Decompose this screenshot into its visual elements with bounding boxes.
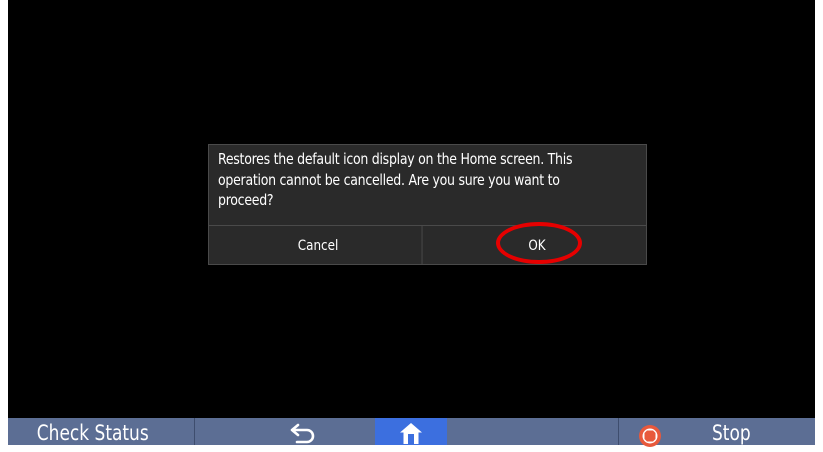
home-icon: [400, 423, 422, 444]
dialog-message: Restores the default icon display on the…: [218, 150, 573, 209]
confirmation-dialog: Restores the default icon display on the…: [208, 144, 647, 265]
home-button[interactable]: [375, 418, 447, 445]
ok-button[interactable]: OK: [433, 226, 640, 265]
stop-button-icon[interactable]: [638, 424, 662, 448]
stop-button[interactable]: Stop: [712, 418, 751, 449]
cancel-button[interactable]: Cancel: [214, 226, 423, 265]
back-arrow-icon: [290, 423, 315, 444]
device-screen: Restores the default icon display on the…: [8, 0, 815, 418]
check-status-button[interactable]: Check Status: [8, 418, 175, 445]
back-button[interactable]: [286, 422, 320, 445]
taskbar-divider: [618, 418, 619, 445]
screenshot-frame: Restores the default icon display on the…: [0, 0, 823, 448]
taskbar-divider: [194, 418, 195, 445]
bottom-taskbar: Check Status Stop: [8, 418, 815, 448]
dialog-button-row: Cancel OK: [209, 225, 646, 265]
stop-icon: [639, 425, 661, 447]
